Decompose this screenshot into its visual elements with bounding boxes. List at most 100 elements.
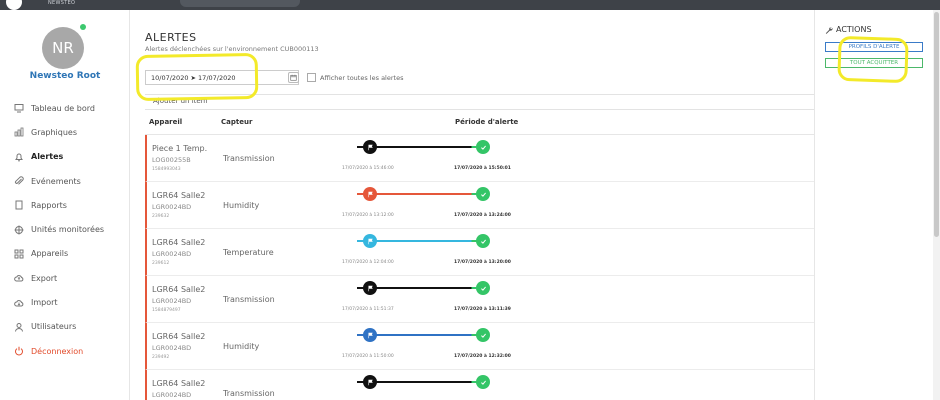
sidebar-item-label: Rapports bbox=[31, 200, 67, 210]
device-name[interactable]: Piece 1 Temp. bbox=[152, 144, 207, 153]
sidebar-item-label: Import bbox=[31, 298, 58, 308]
alert-start-time: 17/07/2020 à 11:50:00 bbox=[342, 354, 394, 359]
device-code: LGR0024BD bbox=[152, 344, 192, 352]
alert-end-check-icon[interactable] bbox=[476, 375, 490, 389]
sidebar-item-events[interactable]: Evénements bbox=[0, 169, 130, 193]
sidebar-item-import[interactable]: Import bbox=[0, 290, 130, 314]
table-row[interactable]: LGR64 Salle2 LGR0024BD Transmission bbox=[145, 370, 814, 400]
calendar-icon bbox=[290, 74, 297, 81]
sidebar: NR Newsteo Root Tableau de bord Graphique… bbox=[0, 10, 130, 400]
table-row[interactable]: LGR64 Salle2 LGR0024BD 239612 Temperature 17… bbox=[145, 229, 814, 276]
scrollbar-thumb[interactable] bbox=[934, 12, 939, 237]
column-header-device[interactable]: Appareil bbox=[149, 118, 182, 126]
sensor-name: Transmission bbox=[223, 389, 275, 398]
sidebar-item-reports[interactable]: Rapports bbox=[0, 193, 130, 217]
device-code: LGR0024BD bbox=[152, 203, 192, 211]
device-serial: 1584993043 bbox=[152, 167, 181, 172]
alert-start-time: 17/07/2020 à 15:46:00 bbox=[342, 166, 394, 171]
sidebar-item-users[interactable]: Utilisateurs bbox=[0, 315, 130, 339]
alert-end-time: 17/07/2020 à 12:32:00 bbox=[454, 354, 511, 359]
alert-start-flag-icon[interactable] bbox=[363, 375, 377, 389]
sidebar-item-devices[interactable]: Appareils bbox=[0, 242, 130, 266]
show-all-label: Afficher toutes les alertes bbox=[320, 73, 404, 82]
sidebar-item-export[interactable]: Export bbox=[0, 266, 130, 290]
device-name[interactable]: LGR64 Salle2 bbox=[152, 285, 205, 294]
sensor-name: Temperature bbox=[223, 248, 274, 257]
actions-title: ACTIONS bbox=[825, 25, 872, 34]
online-status-dot bbox=[80, 24, 86, 30]
actions-panel: ACTIONS PROFILS D'ALERTE TOUT ACQUITTER bbox=[814, 10, 940, 400]
sidebar-item-label: Unités monitorées bbox=[31, 225, 105, 235]
alert-end-check-icon[interactable] bbox=[476, 281, 490, 295]
alert-end-check-icon[interactable] bbox=[476, 328, 490, 342]
table-row[interactable]: LGR64 Salle2 LGR0024BD 1584879497 Transmiss… bbox=[145, 276, 814, 323]
alert-start-flag-icon[interactable] bbox=[363, 281, 377, 295]
device-name[interactable]: LGR64 Salle2 bbox=[152, 191, 205, 200]
column-header-sensor[interactable]: Capteur bbox=[221, 118, 252, 126]
user-icon bbox=[14, 322, 24, 332]
add-item-button[interactable]: Ajouter un item bbox=[145, 94, 814, 110]
alert-start-time: 17/07/2020 à 11:51:37 bbox=[342, 307, 394, 312]
avatar[interactable]: NR bbox=[42, 27, 84, 69]
sidebar-item-dashboard[interactable]: Tableau de bord bbox=[0, 96, 130, 120]
device-serial: 239492 bbox=[152, 355, 170, 360]
sidebar-item-units[interactable]: Unités monitorées bbox=[0, 217, 130, 241]
date-range-field[interactable]: 10/07/2020 ➤ 17/07/2020 bbox=[145, 70, 299, 85]
show-all-checkbox[interactable] bbox=[307, 73, 316, 82]
sidebar-item-graphs[interactable]: Graphiques bbox=[0, 120, 130, 144]
alert-end-check-icon[interactable] bbox=[476, 140, 490, 154]
sidebar-item-logout[interactable]: Déconnexion bbox=[0, 339, 130, 363]
app-logo[interactable] bbox=[6, 0, 22, 10]
main-panel: ALERTES Alertes déclenchées sur l'enviro… bbox=[130, 10, 814, 400]
alert-end-time: 17/07/2020 à 13:11:39 bbox=[454, 307, 511, 312]
device-code: LGR0024BD bbox=[152, 250, 192, 258]
alert-start-flag-icon[interactable] bbox=[363, 234, 377, 248]
device-serial: 239612 bbox=[152, 261, 170, 266]
document-icon bbox=[14, 200, 24, 210]
sensor-name: Transmission bbox=[223, 295, 275, 304]
device-name[interactable]: LGR64 Salle2 bbox=[152, 379, 205, 388]
table-row[interactable]: LGR64 Salle2 LGR0024BD 239492 Humidity 17/07… bbox=[145, 323, 814, 370]
sensor-name: Humidity bbox=[223, 342, 260, 351]
wrench-icon bbox=[825, 26, 833, 34]
device-serial: 239632 bbox=[152, 214, 170, 219]
sensor-name: Transmission bbox=[223, 154, 275, 163]
sidebar-item-label: Alertes bbox=[31, 152, 64, 162]
alert-start-flag-icon[interactable] bbox=[363, 328, 377, 342]
cloud-upload-icon bbox=[14, 273, 24, 283]
alert-start-time: 17/07/2020 à 13:12:00 bbox=[342, 213, 394, 218]
top-bar: NEWSTEO bbox=[0, 0, 940, 10]
page-scrollbar[interactable] bbox=[933, 10, 940, 400]
bar-chart-icon bbox=[14, 127, 24, 137]
table-row[interactable]: Piece 1 Temp. LOG00255B 1584993043 Transmis… bbox=[145, 135, 814, 182]
top-search-bar[interactable] bbox=[180, 0, 300, 7]
alert-profiles-button[interactable]: PROFILS D'ALERTE bbox=[825, 42, 923, 52]
alert-start-time: 17/07/2020 à 12:04:00 bbox=[342, 260, 394, 265]
calendar-button[interactable] bbox=[288, 72, 299, 83]
acknowledge-all-button[interactable]: TOUT ACQUITTER bbox=[825, 58, 923, 68]
alert-start-flag-icon[interactable] bbox=[363, 140, 377, 154]
device-code: LGR0024BD bbox=[152, 391, 192, 399]
alert-end-check-icon[interactable] bbox=[476, 234, 490, 248]
power-icon bbox=[14, 346, 24, 356]
device-serial: 1584879497 bbox=[152, 308, 181, 313]
device-code: LOG00255B bbox=[152, 156, 191, 164]
alert-end-time: 17/07/2020 à 13:20:00 bbox=[454, 260, 511, 265]
device-name[interactable]: LGR64 Salle2 bbox=[152, 332, 205, 341]
sidebar-item-label: Evénements bbox=[31, 176, 81, 186]
column-header-period[interactable]: Période d'alerte bbox=[455, 118, 518, 126]
show-all-alerts-toggle[interactable]: Afficher toutes les alertes bbox=[307, 73, 403, 82]
alert-end-time: 17/07/2020 à 15:50:01 bbox=[454, 166, 511, 171]
sidebar-item-label: Déconnexion bbox=[31, 346, 84, 356]
alert-start-flag-icon[interactable] bbox=[363, 187, 377, 201]
sensor-name: Humidity bbox=[223, 201, 260, 210]
table-row[interactable]: LGR64 Salle2 LGR0024BD 239632 Humidity 17/07… bbox=[145, 182, 814, 229]
alert-end-check-icon[interactable] bbox=[476, 187, 490, 201]
device-name[interactable]: LGR64 Salle2 bbox=[152, 238, 205, 247]
crosshair-icon bbox=[14, 225, 24, 235]
sidebar-item-label: Utilisateurs bbox=[31, 322, 77, 332]
sidebar-item-alerts[interactable]: Alertes bbox=[0, 145, 130, 169]
device-code: LGR0024BD bbox=[152, 297, 192, 305]
sidebar-item-label: Graphiques bbox=[31, 127, 77, 137]
user-name[interactable]: Newsteo Root bbox=[0, 71, 130, 81]
